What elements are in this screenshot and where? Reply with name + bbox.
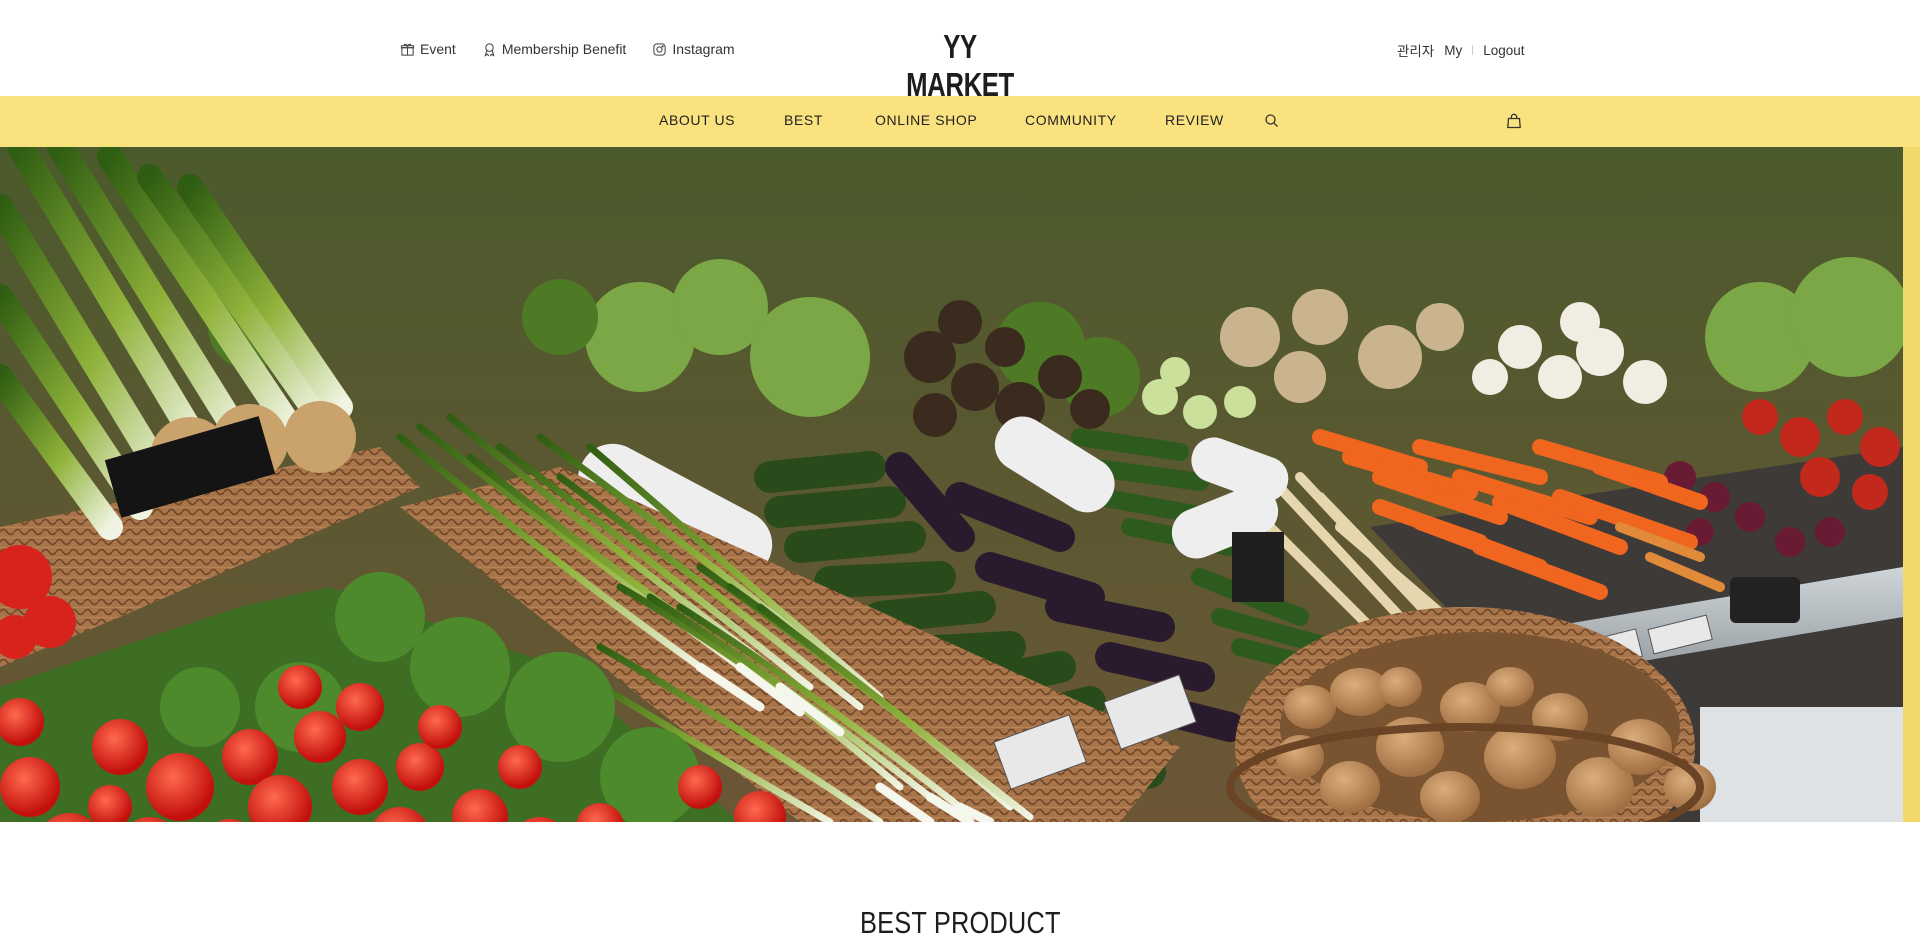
nav-about-us[interactable]: ABOUT US <box>659 96 735 147</box>
hero-side-edge <box>1903 147 1920 822</box>
hero-banner-image <box>0 147 1903 822</box>
instagram-icon <box>652 42 667 57</box>
admin-link[interactable]: 관리자 <box>1397 40 1434 60</box>
gift-icon <box>400 42 415 57</box>
search-icon[interactable] <box>1263 112 1281 130</box>
nav-community[interactable]: COMMUNITY <box>1025 96 1117 147</box>
divider <box>1472 45 1474 55</box>
top-header: Event Membership Benefit Instagram YY MA… <box>0 0 1920 103</box>
award-icon <box>482 42 497 57</box>
site-logo[interactable]: YY MARKET <box>898 28 1023 104</box>
instagram-link-label: Instagram <box>672 41 735 57</box>
user-links: 관리자 My Logout <box>1397 40 1525 60</box>
event-link[interactable]: Event <box>400 41 456 57</box>
instagram-link[interactable]: Instagram <box>652 41 735 57</box>
nav-online-shop[interactable]: ONLINE SHOP <box>875 96 977 147</box>
top-utility-links: Event Membership Benefit Instagram <box>400 40 761 58</box>
nav-review[interactable]: REVIEW <box>1165 96 1224 147</box>
shopping-bag-icon[interactable] <box>1505 112 1523 130</box>
nav-best[interactable]: BEST <box>784 96 823 147</box>
logout-link[interactable]: Logout <box>1483 43 1524 58</box>
best-product-title: BEST PRODUCT <box>0 905 1920 941</box>
membership-benefit-link[interactable]: Membership Benefit <box>482 41 627 57</box>
best-product-title-text: BEST PRODUCT <box>859 905 1061 940</box>
main-nav: ABOUT US BEST ONLINE SHOP COMMUNITY REVI… <box>0 96 1920 147</box>
my-link[interactable]: My <box>1444 43 1462 58</box>
event-link-label: Event <box>420 41 456 57</box>
membership-benefit-link-label: Membership Benefit <box>501 41 627 57</box>
